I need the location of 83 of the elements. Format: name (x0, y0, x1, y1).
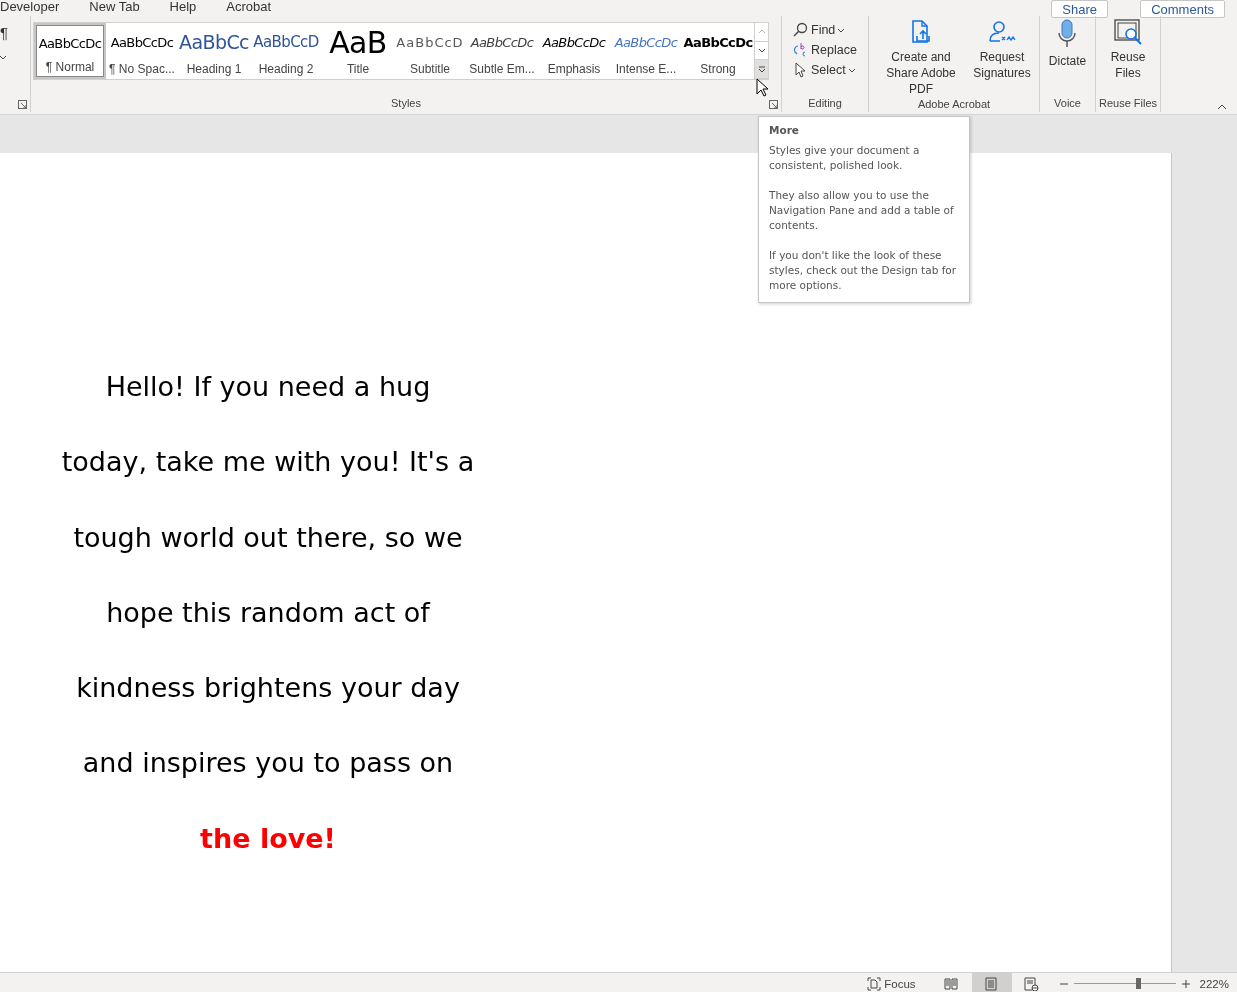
group-label: Voice (1054, 96, 1081, 111)
style-preview: AaBbCcDc (683, 33, 753, 52)
style-preview: AaBbCc (179, 30, 249, 55)
caret-icon (0, 55, 6, 60)
style-label: Subtle Em... (469, 62, 535, 76)
zoom-in-icon (1181, 979, 1190, 988)
caret-icon (848, 67, 855, 73)
style-preview: AaBbCcD (253, 32, 319, 53)
print-layout-icon (984, 976, 1000, 991)
zoom-level[interactable]: 222% (1199, 977, 1229, 990)
document-text: kindness brightens your day (76, 672, 460, 704)
style-item[interactable]: AaBbCcDc Intense E... (610, 23, 682, 79)
tooltip-text: Styles give your document a consistent, polished look. (769, 143, 921, 173)
style-item[interactable]: AaBbCcDc Emphasis (538, 23, 610, 79)
read-mode-icon (944, 976, 960, 991)
web-layout-icon (1024, 976, 1040, 991)
style-item[interactable]: AaBbCcD Subtitle (394, 23, 466, 79)
document-text: the love! (200, 822, 336, 854)
focus-button[interactable]: Focus (867, 976, 916, 991)
replace-icon (792, 42, 808, 58)
tooltip-text: They also allow you to use the Navigation Pane and add a table of contents. (769, 188, 955, 233)
style-label: Heading 1 (186, 62, 242, 76)
style-label: Intense E... (615, 62, 677, 76)
style-item[interactable]: AaB Title (322, 23, 394, 79)
style-label: ¶ No Spac... (109, 62, 175, 76)
style-label: Title (346, 62, 370, 76)
style-label: Subtitle (410, 62, 450, 76)
group-label: Adobe Acrobat (917, 97, 991, 112)
style-label: Heading 2 (258, 62, 314, 76)
style-preview: AaBbCcDc (110, 33, 174, 52)
more-icon[interactable] (757, 65, 766, 73)
ribbon-tab[interactable]: Acrobat (226, 0, 272, 16)
scroll-down-icon[interactable] (757, 47, 766, 54)
style-preview: AaBbCcDc (542, 33, 606, 52)
style-preview: AaBbCcDc (470, 33, 534, 52)
style-preview: AaBbCcD (396, 33, 464, 52)
style-label: ¶ Normal (45, 60, 95, 74)
signature-icon (987, 19, 1017, 45)
document-text: tough world out there, so we (73, 521, 463, 553)
search-icon (792, 22, 808, 38)
dialog-launcher-icon[interactable] (769, 100, 778, 109)
style-item[interactable]: AaBbCcDc Subtle Em... (466, 23, 538, 79)
pilcrow-button[interactable]: ¶ (0, 16, 9, 41)
style-preview: AaBbCcDc (614, 33, 678, 52)
style-item[interactable]: AaBbCcDc Strong (682, 23, 754, 79)
style-item[interactable]: AaBbCcDc ¶ No Spac... (106, 23, 178, 79)
ribbon-tab[interactable]: New Tab (89, 0, 140, 16)
cursor-icon (792, 62, 808, 78)
document-text: hope this random act of (106, 596, 430, 628)
group-label: Styles (391, 96, 421, 111)
view-button[interactable] (971, 973, 1012, 992)
document-text: Hello! If you need a hug (105, 371, 431, 402)
style-label: Emphasis (547, 62, 601, 76)
focus-icon (867, 976, 882, 991)
style-item[interactable]: AaBbCcD Heading 2 (250, 23, 322, 79)
caret-icon (838, 27, 845, 33)
style-item[interactable]: AaBbCcDc ¶ Normal (34, 23, 106, 79)
style-label: Strong (700, 62, 736, 76)
document-share-icon (909, 19, 933, 45)
share-button[interactable]: Share (1051, 0, 1108, 18)
document-text: today, take me with you! It's a (61, 446, 475, 478)
collapse-ribbon-icon[interactable] (1217, 103, 1227, 110)
group-label: Editing (808, 96, 842, 111)
ribbon-tab[interactable]: Help (169, 0, 197, 16)
tooltip-text: If you don't like the look of these styles, check out the Design tab for more options. (769, 248, 958, 293)
ribbon-tab[interactable]: Developer (0, 0, 60, 16)
replace-button[interactable]: Replace (792, 42, 858, 58)
document-text: and inspires you to pass on (82, 747, 454, 779)
group-label: Reuse Files (1098, 96, 1158, 111)
find-button[interactable]: Find (792, 22, 858, 38)
ribbon-button[interactable]: Create and Share Adobe PDF (875, 19, 967, 97)
style-preview: AaB (329, 25, 387, 59)
zoom-thumb[interactable] (1135, 978, 1141, 989)
ribbon-button[interactable]: Dictate (1048, 19, 1087, 69)
ribbon-button[interactable]: Reuse Files (1100, 19, 1156, 81)
style-item[interactable]: AaBbCc Heading 1 (178, 23, 250, 79)
comments-button[interactable]: Comments (1140, 0, 1225, 18)
ribbon-button[interactable]: Request Signatures (971, 19, 1033, 97)
tooltip-title: More (769, 123, 800, 138)
reuse-files-icon (1114, 19, 1142, 45)
dialog-launcher-icon[interactable] (18, 100, 27, 109)
style-preview: AaBbCcDc (38, 35, 102, 53)
select-button[interactable]: Select (792, 62, 858, 78)
